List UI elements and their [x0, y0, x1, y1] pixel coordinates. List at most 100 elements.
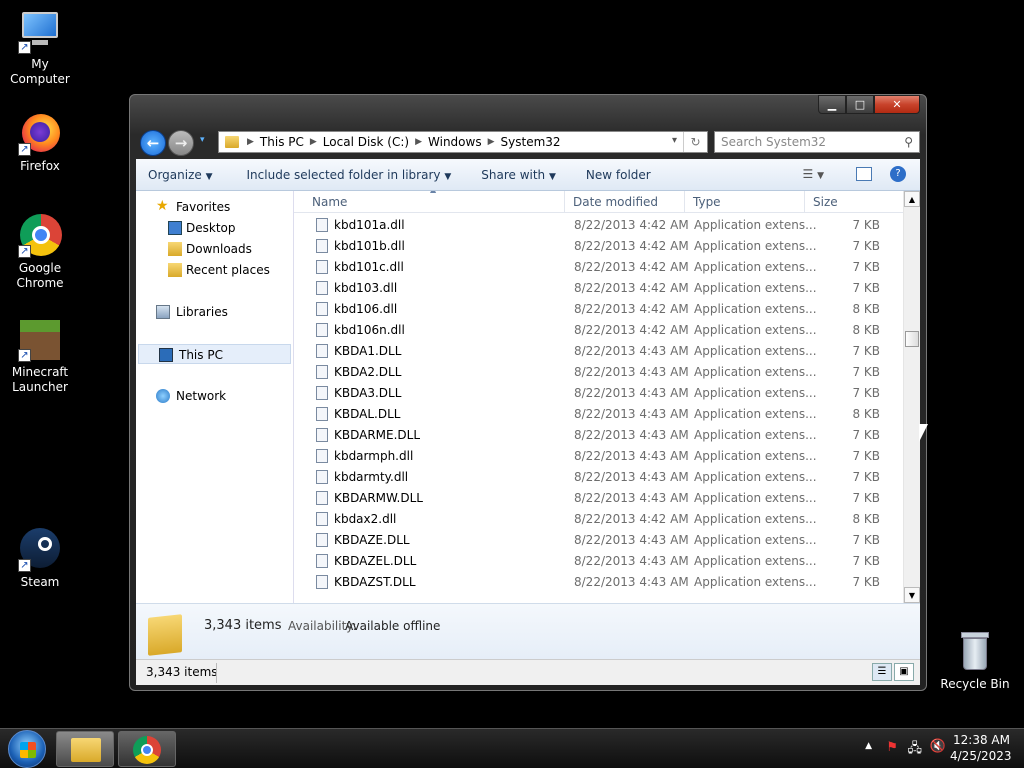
network-status-icon[interactable]: 🖧 [908, 739, 923, 761]
address-bar[interactable]: ▶ This PC ▶ Local Disk (C:) ▶ Windows ▶ … [218, 131, 708, 153]
file-row[interactable]: KBDAZEL.DLL 8/22/2013 4:43 AM Application … [294, 551, 920, 572]
file-name: KBDAZE.DLL [334, 533, 410, 547]
breadcrumb-chevron-icon[interactable]: ▶ [247, 137, 254, 147]
column-type[interactable]: Type [687, 191, 805, 213]
file-row[interactable]: KBDA1.DLL 8/22/2013 4:43 AM Application ex… [294, 341, 920, 362]
nav-recent-places[interactable]: Recent places [136, 260, 293, 280]
desktop-icon-recycle-bin[interactable]: Recycle Bin [935, 630, 1015, 692]
file-row[interactable]: kbd101a.dll 8/22/2013 4:42 AM Application … [294, 215, 920, 236]
change-view-icon[interactable]: ☰ ▼ [803, 167, 825, 181]
file-row[interactable]: KBDARMW.DLL 8/22/2013 4:43 AM Application … [294, 488, 920, 509]
breadcrumb-this-pc[interactable]: This PC [254, 135, 310, 149]
file-row[interactable]: KBDAZE.DLL 8/22/2013 4:43 AM Application e… [294, 530, 920, 551]
file-date: 8/22/2013 4:42 AM [574, 260, 689, 274]
recent-pages-chevron-icon[interactable]: ▾ [200, 135, 205, 145]
vertical-scrollbar[interactable]: ▲ ▼ [903, 191, 920, 603]
steam-icon: ↗ [18, 528, 62, 572]
breadcrumb-windows[interactable]: Windows [422, 135, 488, 149]
file-row[interactable]: KBDA3.DLL 8/22/2013 4:43 AM Application ex… [294, 383, 920, 404]
file-row[interactable]: kbdarmph.dll 8/22/2013 4:43 AM Application… [294, 446, 920, 467]
search-icon: ⚲ [904, 135, 913, 149]
file-date: 8/22/2013 4:42 AM [574, 218, 689, 232]
clock-date[interactable]: 4/25/2023 [950, 749, 1012, 763]
desktop-icon-minecraft[interactable]: ↗ Minecraft Launcher [0, 318, 80, 395]
chrome-icon: ↗ [18, 214, 62, 258]
share-with-button[interactable]: Share with ▼ [469, 168, 568, 182]
file-row[interactable]: kbd106n.dll 8/22/2013 4:42 AM Application … [294, 320, 920, 341]
address-dropdown-icon[interactable]: ▾ [672, 135, 677, 146]
file-row[interactable]: KBDAL.DLL 8/22/2013 4:43 AM Application ex… [294, 404, 920, 425]
file-date: 8/22/2013 4:43 AM [574, 386, 689, 400]
search-input[interactable]: Search System32 ⚲ [714, 131, 920, 153]
large-icons-view-icon[interactable]: ▣ [894, 663, 914, 681]
file-row[interactable]: kbd106.dll 8/22/2013 4:42 AM Application e… [294, 299, 920, 320]
include-in-library-button[interactable]: Include selected folder in library ▼ [235, 168, 464, 182]
volume-muted-icon[interactable]: 🔇 [930, 739, 946, 754]
desktop-icon-firefox[interactable]: ↗ Firefox [0, 112, 80, 174]
breadcrumb-system32[interactable]: System32 [495, 135, 567, 149]
maximize-button[interactable]: □ [846, 95, 874, 114]
file-row[interactable]: kbd103.dll 8/22/2013 4:42 AM Application e… [294, 278, 920, 299]
nav-recent-label: Recent places [186, 263, 270, 277]
desktop-icon-chrome[interactable]: ↗ Google Chrome [0, 214, 80, 291]
nav-desktop[interactable]: Desktop [136, 218, 293, 238]
breadcrumb-chevron-icon[interactable]: ▶ [415, 137, 422, 147]
column-name[interactable]: Name [306, 191, 565, 213]
nav-libraries-label: Libraries [176, 305, 228, 319]
downloads-icon [168, 242, 182, 256]
file-name: kbd101b.dll [334, 239, 405, 253]
taskbar-explorer-button[interactable] [56, 731, 114, 767]
breadcrumb-chevron-icon[interactable]: ▶ [488, 137, 495, 147]
clock-time[interactable]: 12:38 AM [950, 733, 1010, 747]
breadcrumb-local-disk[interactable]: Local Disk (C:) [317, 135, 415, 149]
file-size: 7 KB [852, 575, 880, 589]
firefox-icon: ↗ [18, 112, 62, 156]
shortcut-arrow-icon: ↗ [18, 349, 31, 362]
file-date: 8/22/2013 4:43 AM [574, 575, 689, 589]
show-hidden-icons-icon[interactable]: ▲ [865, 741, 872, 751]
column-size[interactable]: Size [807, 191, 867, 213]
dll-file-icon [316, 428, 328, 442]
file-row[interactable]: kbd101b.dll 8/22/2013 4:42 AM Application … [294, 236, 920, 257]
preview-pane-icon[interactable] [856, 167, 872, 181]
file-row[interactable]: kbdarmty.dll 8/22/2013 4:43 AM Application… [294, 467, 920, 488]
scroll-down-arrow-icon[interactable]: ▼ [904, 587, 920, 603]
minimize-button[interactable]: ▁ [818, 95, 846, 114]
file-row[interactable]: KBDAZST.DLL 8/22/2013 4:43 AM Application … [294, 572, 920, 593]
file-size: 7 KB [852, 218, 880, 232]
library-icon [156, 305, 170, 319]
refresh-icon[interactable]: ↻ [683, 132, 707, 152]
back-button[interactable]: ← [140, 130, 166, 156]
breadcrumb-chevron-icon[interactable]: ▶ [310, 137, 317, 147]
column-header: Name Date modified Type Size ▲ [294, 191, 920, 213]
scroll-up-arrow-icon[interactable]: ▲ [904, 191, 920, 207]
file-date: 8/22/2013 4:43 AM [574, 407, 689, 421]
dll-file-icon [316, 533, 328, 547]
nav-this-pc[interactable]: This PC [138, 344, 291, 364]
nav-network[interactable]: Network [136, 386, 293, 406]
taskbar-chrome-button[interactable] [118, 731, 176, 767]
nav-favorites[interactable]: ★ Favorites [136, 197, 293, 217]
details-view-icon[interactable]: ☰ [872, 663, 892, 681]
new-folder-button[interactable]: New folder [574, 168, 663, 182]
action-center-flag-icon[interactable]: ⚑ [886, 740, 898, 755]
nav-libraries[interactable]: Libraries [136, 302, 293, 322]
nav-downloads[interactable]: Downloads [136, 239, 293, 259]
help-icon[interactable]: ? [890, 166, 906, 182]
organize-button[interactable]: Organize ▼ [136, 168, 225, 182]
file-row[interactable]: KBDA2.DLL 8/22/2013 4:43 AM Application ex… [294, 362, 920, 383]
file-row[interactable]: kbd101c.dll 8/22/2013 4:42 AM Application … [294, 257, 920, 278]
desktop-icon-steam[interactable]: ↗ Steam [0, 528, 80, 590]
scroll-thumb[interactable] [905, 331, 919, 347]
dll-file-icon [316, 218, 328, 232]
desktop-icon-my-computer[interactable]: ↗ My Computer [0, 10, 80, 87]
column-date-modified[interactable]: Date modified [567, 191, 685, 213]
file-row[interactable]: kbdax2.dll 8/22/2013 4:42 AM Application e… [294, 509, 920, 530]
recent-places-icon [168, 263, 182, 277]
file-size: 7 KB [852, 365, 880, 379]
forward-button[interactable]: → [168, 130, 194, 156]
nav-downloads-label: Downloads [186, 242, 252, 256]
file-row[interactable]: KBDARME.DLL 8/22/2013 4:43 AM Application … [294, 425, 920, 446]
start-button[interactable] [8, 730, 46, 768]
close-button[interactable]: ✕ [874, 95, 920, 114]
